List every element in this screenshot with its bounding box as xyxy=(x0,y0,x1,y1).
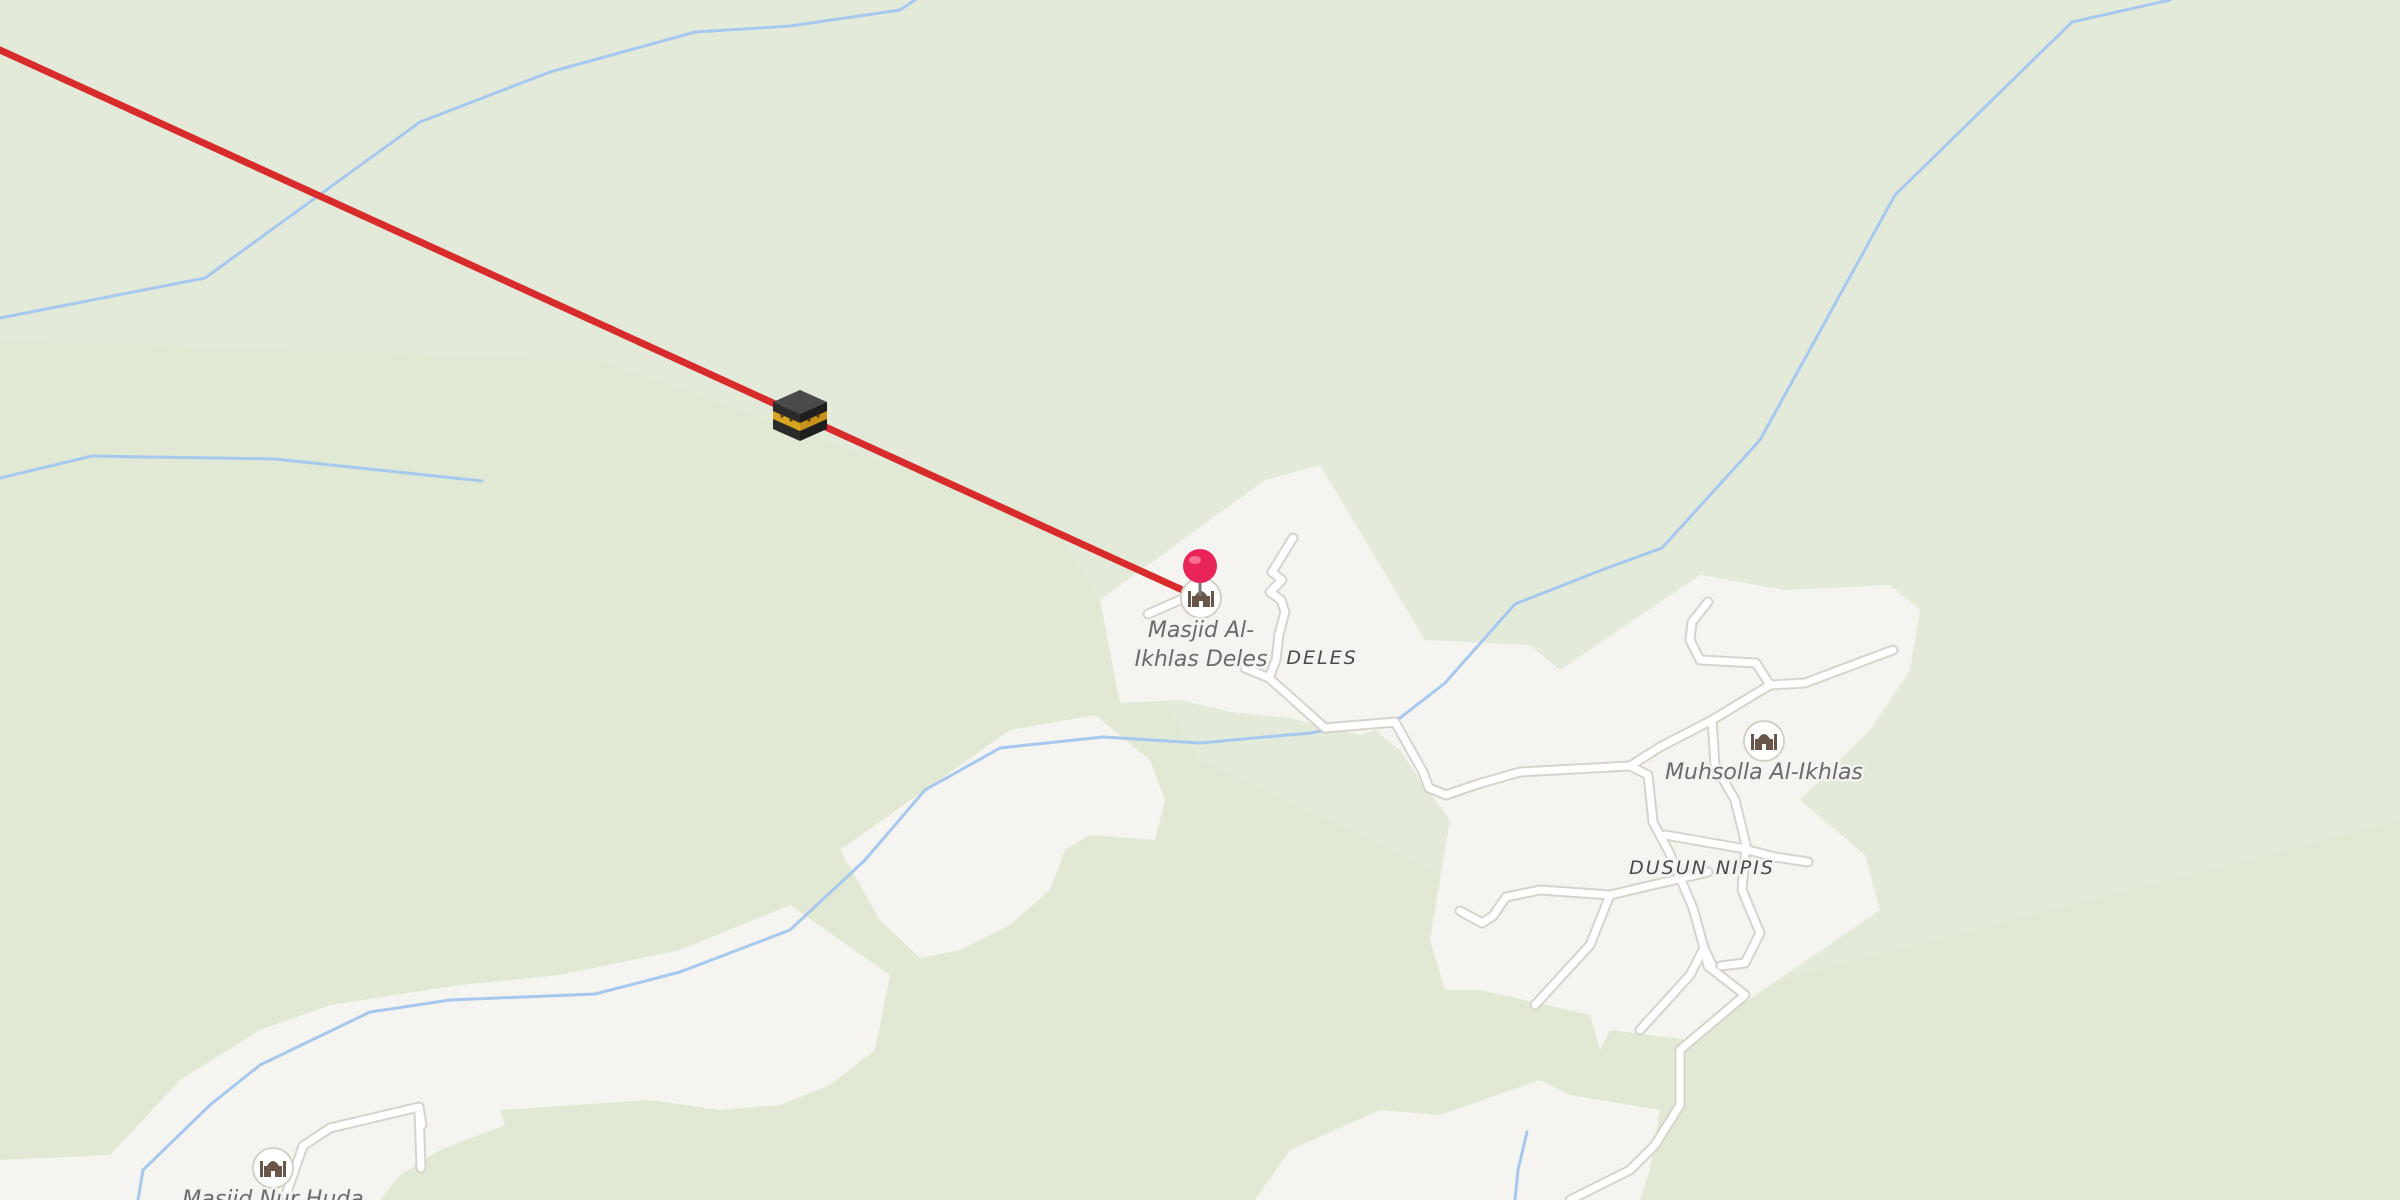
poi-label: Muhsolla Al-Ikhlas xyxy=(1665,760,1863,785)
mosque-icon xyxy=(252,1147,294,1189)
place-label-deles: DELES xyxy=(1286,647,1357,669)
poi-label-line2: Ikhlas Deles xyxy=(1135,647,1268,672)
mosque-icon xyxy=(1743,720,1785,762)
poi-label: Masjid Nur Huda xyxy=(182,1187,363,1200)
poi-label-line1: Masjid Al- xyxy=(1148,618,1254,643)
map-canvas[interactable]: Masjid Al- Ikhlas Deles DELES Muhsolla A… xyxy=(0,0,2400,1200)
place-label-dusun-nipis: DUSUN NIPIS xyxy=(1629,857,1775,879)
